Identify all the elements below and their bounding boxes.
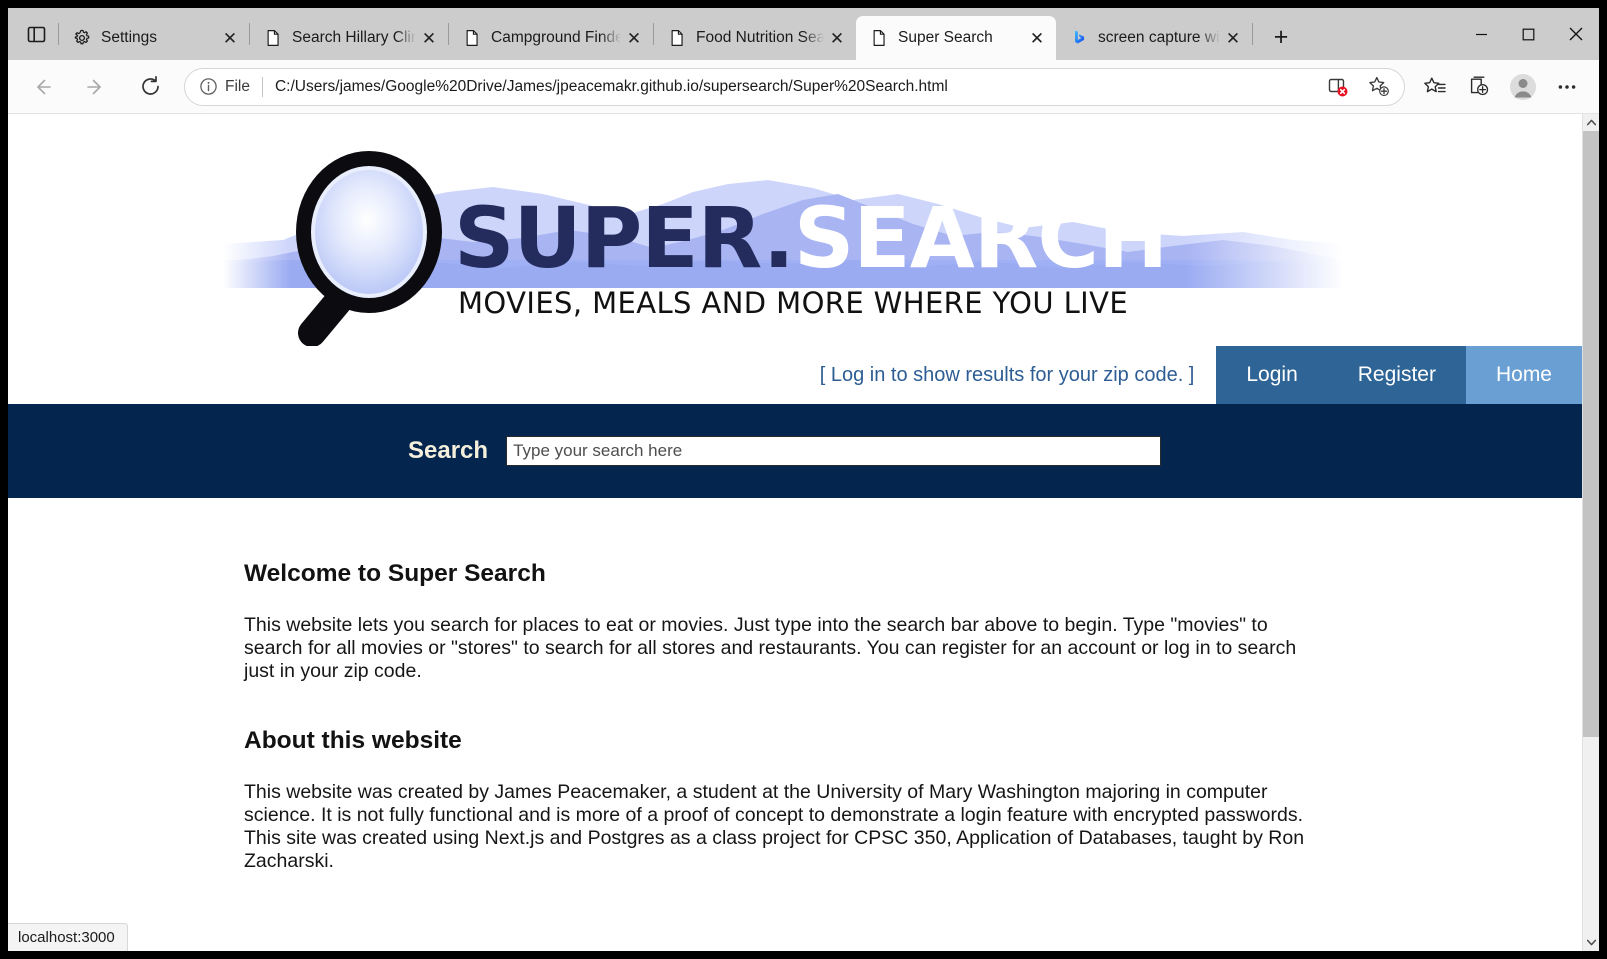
magnifying-glass-icon xyxy=(296,151,442,346)
window-controls xyxy=(1458,8,1599,60)
url-scheme-label: File xyxy=(225,77,250,95)
nav-links: Login Register Home xyxy=(1216,346,1582,404)
search-band: Search xyxy=(8,404,1582,498)
scroll-up-button[interactable] xyxy=(1583,114,1599,131)
refresh-button[interactable] xyxy=(130,67,170,107)
close-icon xyxy=(1569,27,1582,41)
site-tagline: MOVIES, MEALS AND MORE WHERE YOU LIVE xyxy=(458,286,1129,320)
tab-close-button[interactable]: ✕ xyxy=(416,25,442,51)
tab-close-button[interactable]: ✕ xyxy=(217,25,243,51)
close-button[interactable] xyxy=(1552,8,1599,60)
scroll-down-button[interactable] xyxy=(1583,934,1599,951)
vertical-scrollbar[interactable] xyxy=(1582,114,1599,951)
back-icon xyxy=(37,79,51,94)
back-button[interactable] xyxy=(22,67,62,107)
page-icon xyxy=(671,30,683,46)
zip-code-login-note[interactable]: [ Log in to show results for your zip co… xyxy=(820,346,1217,404)
screen-root: Settings ✕ Search Hillary Clinton ✕ xyxy=(0,0,1607,959)
scroll-track[interactable] xyxy=(1583,131,1599,934)
profile-button[interactable] xyxy=(1501,65,1545,109)
tab-food-nutrition-search[interactable]: Food Nutrition Search ✕ xyxy=(654,16,856,60)
url-divider xyxy=(261,76,263,97)
logo-title-primary: SUPER. xyxy=(454,189,795,287)
welcome-heading: Welcome to Super Search xyxy=(244,560,546,587)
nav-link-login[interactable]: Login xyxy=(1216,346,1328,404)
forward-button[interactable] xyxy=(76,67,116,107)
site-logo-title: SUPER.SEARCH xyxy=(454,196,1168,280)
profile-icon xyxy=(1510,73,1536,100)
bing-icon xyxy=(1075,30,1085,44)
collections-button[interactable] xyxy=(1457,65,1501,109)
search-label: Search xyxy=(408,437,489,464)
main-content: Welcome to Super Search This website let… xyxy=(8,498,1582,873)
page-icon xyxy=(466,30,478,46)
chevron-up-icon xyxy=(1586,119,1596,126)
welcome-paragraph: This website lets you search for places … xyxy=(244,614,1297,682)
ellipsis-icon xyxy=(1558,84,1576,89)
scroll-thumb[interactable] xyxy=(1583,131,1599,738)
refresh-icon xyxy=(141,75,159,95)
tab-close-button[interactable]: ✕ xyxy=(824,25,850,51)
tab-strip: Settings ✕ Search Hillary Clinton ✕ xyxy=(8,8,1599,60)
tab-screen-capture-windows[interactable]: screen capture windows ✕ xyxy=(1056,16,1252,60)
tab-overview-button[interactable] xyxy=(14,8,58,60)
tab-title: Search Hillary Clinton xyxy=(292,29,416,46)
address-toolbar: File C:/Users/james/Google%20Drive/James… xyxy=(8,60,1599,114)
status-bar: localhost:3000 xyxy=(8,923,128,951)
search-input[interactable] xyxy=(506,436,1162,466)
browser-window: Settings ✕ Search Hillary Clinton ✕ xyxy=(8,8,1599,951)
settings-and-more-button[interactable] xyxy=(1545,65,1589,109)
tab-title: Settings xyxy=(101,29,158,46)
tab-close-button[interactable]: ✕ xyxy=(1024,25,1050,51)
tab-close-button[interactable]: ✕ xyxy=(621,25,647,51)
tab-title: screen capture windows xyxy=(1098,29,1220,46)
tab-title: Super Search xyxy=(898,29,993,46)
chevron-down-icon xyxy=(1586,939,1596,946)
gear-icon xyxy=(74,29,90,45)
forward-icon xyxy=(87,79,101,94)
favorites-button[interactable] xyxy=(1413,65,1457,109)
page-icon xyxy=(873,30,885,46)
tab-title: Campground Finder xyxy=(491,29,621,46)
tab-title: Food Nutrition Search xyxy=(696,29,824,46)
tab-super-search[interactable]: Super Search ✕ xyxy=(856,16,1056,60)
nav-link-register[interactable]: Register xyxy=(1327,346,1466,404)
site-masthead: SUPER.SEARCH MOVIES, MEALS AND MORE WHER… xyxy=(8,114,1582,346)
tab-overview-icon xyxy=(27,26,45,42)
tab-search-hillary-clinton[interactable]: Search Hillary Clinton ✕ xyxy=(250,16,448,60)
favorites-icon xyxy=(1424,77,1446,92)
site-container: SUPER.SEARCH MOVIES, MEALS AND MORE WHER… xyxy=(8,114,1582,873)
tab-close-button[interactable]: ✕ xyxy=(1220,25,1246,51)
about-paragraph: This website was created by James Peacem… xyxy=(244,781,1305,872)
new-tab-button[interactable]: + xyxy=(1261,17,1301,57)
tab-campground-finder[interactable]: Campground Finder ✕ xyxy=(449,16,653,60)
url-text[interactable]: C:/Users/james/Google%20Drive/James/jpea… xyxy=(275,78,1318,96)
info-icon[interactable] xyxy=(199,77,218,96)
page-viewport: SUPER.SEARCH MOVIES, MEALS AND MORE WHER… xyxy=(8,114,1599,951)
address-bar-icons xyxy=(1318,68,1398,106)
page-icon xyxy=(267,30,279,46)
address-bar[interactable]: File C:/Users/james/Google%20Drive/James… xyxy=(184,67,1405,106)
web-page: SUPER.SEARCH MOVIES, MEALS AND MORE WHER… xyxy=(8,114,1582,951)
tab-divider xyxy=(1252,23,1253,45)
tab-list: Settings ✕ Search Hillary Clinton ✕ xyxy=(14,8,1458,60)
collections-icon xyxy=(1470,76,1489,95)
add-favorite-icon[interactable] xyxy=(1358,68,1398,106)
maximize-icon xyxy=(1522,28,1535,40)
site-nav: [ Log in to show results for your zip co… xyxy=(8,346,1582,404)
nav-link-home[interactable]: Home xyxy=(1465,346,1582,404)
minimize-icon xyxy=(1476,33,1487,35)
tab-settings[interactable]: Settings ✕ xyxy=(59,16,249,60)
split-screen-blocked-icon[interactable] xyxy=(1318,68,1358,106)
about-heading: About this website xyxy=(244,727,462,754)
minimize-button[interactable] xyxy=(1458,8,1505,60)
maximize-button[interactable] xyxy=(1505,8,1552,60)
logo-title-secondary: SEARCH xyxy=(793,189,1169,287)
